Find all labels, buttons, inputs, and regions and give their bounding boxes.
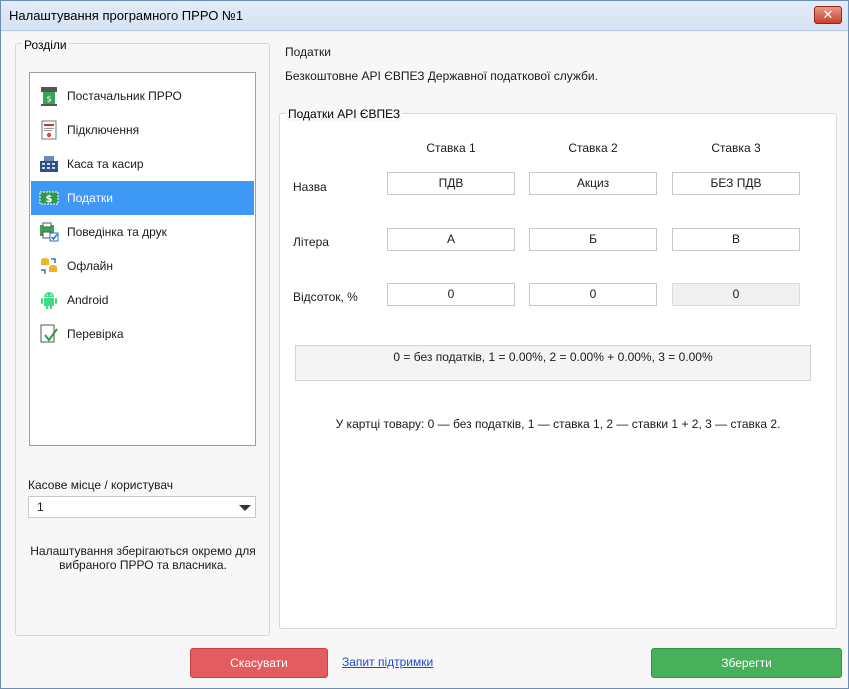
window-content: Розділи $ Постачальник ПРРО Підключення … bbox=[1, 32, 848, 688]
sidebar-item-label: Податки bbox=[67, 191, 113, 205]
tax-hint: У картці товару: 0 — без податків, 1 — с… bbox=[335, 417, 781, 431]
sidebar-item-label: Android bbox=[67, 293, 109, 307]
sidebar-item-label: Поведінка та друк bbox=[67, 225, 167, 239]
sections-legend: Розділи bbox=[22, 38, 69, 52]
tax-letter-input-2[interactable]: Б bbox=[529, 228, 657, 251]
sidebar-item-label: Підключення bbox=[67, 123, 140, 137]
column-header-rate-2: Ставка 2 bbox=[568, 141, 618, 155]
tax-name-input-1[interactable]: ПДВ bbox=[387, 172, 515, 195]
tax-summary: 0 = без податків, 1 = 0.00%, 2 = 0.00% +… bbox=[295, 345, 811, 381]
cash-place-select[interactable]: 1 bbox=[28, 496, 256, 518]
sidebar-item-cashier[interactable]: Каса та касир bbox=[31, 147, 254, 181]
certificate-icon bbox=[39, 120, 59, 140]
sidebar-item-behavior-print[interactable]: Поведінка та друк bbox=[31, 215, 254, 249]
sidebar-item-label: Постачальник ПРРО bbox=[67, 89, 182, 103]
android-icon bbox=[39, 290, 59, 310]
cash-register-icon: $ bbox=[39, 86, 59, 106]
svg-text:$: $ bbox=[46, 194, 53, 205]
svg-text:$: $ bbox=[46, 95, 51, 104]
sidebar-item-supplier[interactable]: $ Постачальник ПРРО bbox=[31, 79, 254, 113]
sidebar-item-connection[interactable]: Підключення bbox=[31, 113, 254, 147]
cash-place-label: Касове місце / користувач bbox=[28, 478, 174, 492]
cancel-button[interactable]: Скасувати bbox=[190, 648, 328, 678]
sidebar-item-label: Каса та касир bbox=[67, 157, 144, 171]
tax-percent-input-3: 0 bbox=[672, 283, 800, 306]
pos-terminal-icon bbox=[39, 154, 59, 174]
save-button[interactable]: Зберегти bbox=[651, 648, 842, 678]
verify-check-icon bbox=[39, 324, 59, 344]
support-request-link[interactable]: Запит підтримки bbox=[342, 655, 433, 669]
column-header-rate-1: Ставка 1 bbox=[426, 141, 476, 155]
tax-letter-input-3[interactable]: В bbox=[672, 228, 800, 251]
tax-settings-group: Податки API ЄВПЕЗ Ставка 1 Ставка 2 Став… bbox=[279, 107, 837, 629]
row-label-letter: Літера bbox=[293, 235, 329, 249]
tax-percent-input-2[interactable]: 0 bbox=[529, 283, 657, 306]
tax-name-input-3[interactable]: БЕЗ ПДВ bbox=[672, 172, 800, 195]
tax-name-input-2[interactable]: Акциз bbox=[529, 172, 657, 195]
tax-percent-input-1[interactable]: 0 bbox=[387, 283, 515, 306]
settings-note: Налаштування зберігаються окремо для виб… bbox=[30, 544, 256, 572]
page-description: Безкоштовне API ЄВПЕЗ Державної податков… bbox=[285, 69, 598, 83]
cash-place-value: 1 bbox=[37, 500, 44, 514]
settings-window: Налаштування програмного ПРРО №1 ✕ Розді… bbox=[0, 0, 849, 689]
sections-group: Розділи $ Постачальник ПРРО Підключення … bbox=[15, 38, 270, 636]
offline-sync-icon bbox=[39, 256, 59, 276]
sections-list: $ Постачальник ПРРО Підключення Каса та … bbox=[29, 72, 256, 446]
sidebar-item-verify[interactable]: Перевірка bbox=[31, 317, 254, 351]
tax-group-legend: Податки API ЄВПЕЗ bbox=[286, 107, 403, 121]
row-label-percent: Відсоток, % bbox=[293, 290, 358, 304]
window-title: Налаштування програмного ПРРО №1 bbox=[9, 8, 244, 23]
chevron-down-icon[interactable] bbox=[239, 505, 251, 511]
sidebar-item-offline[interactable]: Офлайн bbox=[31, 249, 254, 283]
title-bar: Налаштування програмного ПРРО №1 ✕ bbox=[1, 1, 848, 31]
sidebar-item-label: Перевірка bbox=[67, 327, 124, 341]
row-label-name: Назва bbox=[293, 180, 327, 194]
column-header-rate-3: Ставка 3 bbox=[711, 141, 761, 155]
sidebar-item-taxes[interactable]: $ Податки bbox=[31, 181, 254, 215]
close-button[interactable]: ✕ bbox=[814, 6, 842, 24]
page-title: Податки bbox=[285, 45, 331, 59]
sidebar-item-android[interactable]: Android bbox=[31, 283, 254, 317]
sidebar-item-label: Офлайн bbox=[67, 259, 113, 273]
tax-money-icon: $ bbox=[39, 188, 59, 208]
printer-check-icon bbox=[39, 222, 59, 242]
tax-letter-input-1[interactable]: А bbox=[387, 228, 515, 251]
